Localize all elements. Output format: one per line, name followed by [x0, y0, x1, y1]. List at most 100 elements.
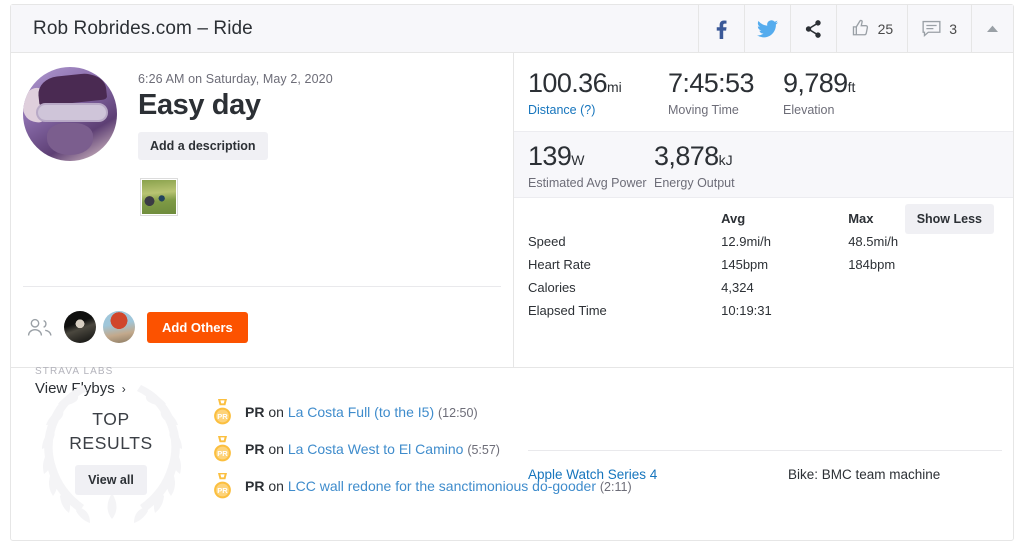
activity-photo-thumbnail[interactable]	[140, 178, 178, 217]
stat-moving-time: 7:45:53 Moving Time	[668, 68, 783, 118]
table-row: Heart Rate 145bpm 184bpm	[528, 253, 988, 276]
stat-moving-time-value: 7:45:53	[668, 68, 754, 98]
pr-list: PR PR on La Costa Full (to the I5) (12:5…	[211, 368, 1013, 539]
pr-prefix: on	[268, 403, 284, 420]
view-all-button[interactable]: View all	[75, 465, 147, 496]
facebook-icon	[716, 20, 727, 39]
pr-text: PR on La Costa West to El Camino (5:57)	[245, 441, 500, 457]
activity-right-column: 100.36mi Distance (?) 7:45:53 Moving Tim…	[514, 53, 1013, 482]
kudos-button[interactable]: 25	[835, 5, 908, 52]
stat-elevation-label: Elevation	[783, 103, 835, 117]
avatar[interactable]	[23, 67, 117, 161]
row-avg: 145bpm	[721, 257, 769, 272]
primary-stats: 100.36mi Distance (?) 7:45:53 Moving Tim…	[514, 53, 1013, 131]
athlete-row: 6:26 AM on Saturday, May 2, 2020 Easy da…	[11, 53, 513, 217]
col-avg: Avg	[721, 211, 746, 226]
stat-elevation-unit: ft	[847, 79, 856, 95]
power-stats: 139W Estimated Avg Power 3,878kJ Energy …	[514, 131, 1013, 198]
row-label: Speed	[528, 234, 566, 249]
share-button[interactable]	[789, 5, 836, 52]
pr-text: PR on La Costa Full (to the I5) (12:50)	[245, 404, 478, 420]
pr-prefix: on	[268, 440, 284, 457]
stat-elevation-value: 9,789ft	[783, 68, 856, 98]
twitter-share-button[interactable]	[743, 5, 790, 52]
activity-header: Rob Robrides.com – Ride 25 3	[11, 5, 1013, 53]
pr-badge-label: PR	[245, 440, 265, 457]
pr-medal-icon: PR	[214, 435, 231, 461]
add-others-button[interactable]: Add Others	[147, 311, 248, 343]
pr-prefix: on	[268, 477, 284, 494]
segment-link[interactable]: La Costa Full (to the I5)	[288, 404, 434, 420]
collapse-button[interactable]	[971, 5, 1013, 52]
col-metric	[528, 208, 721, 230]
svg-text:PR: PR	[217, 412, 228, 421]
add-description-button[interactable]: Add a description	[138, 132, 268, 161]
pr-time: (12:50)	[438, 405, 478, 420]
show-less-button[interactable]: Show Less	[904, 204, 994, 234]
top-results-badge: TOP RESULTS View all	[11, 368, 211, 539]
pr-medal-icon: PR	[214, 472, 231, 498]
left-divider	[23, 286, 501, 287]
facebook-share-button[interactable]	[697, 5, 744, 52]
stat-moving-time-label: Moving Time	[668, 103, 739, 117]
pr-text: PR on LCC wall redone for the sanctimoni…	[245, 478, 632, 494]
row-avg: 4,324	[721, 280, 754, 295]
avatar-goggles	[36, 102, 108, 123]
svg-text:PR: PR	[217, 486, 228, 495]
activity-title-block: 6:26 AM on Saturday, May 2, 2020 Easy da…	[117, 67, 333, 217]
page-title: Rob Robrides.com – Ride	[33, 17, 253, 39]
stat-energy-output-unit: kJ	[718, 152, 733, 168]
kudos-count: 25	[877, 20, 894, 37]
list-item: PR PR on La Costa West to El Camino (5:5…	[211, 430, 1013, 467]
row-label: Calories	[528, 280, 576, 295]
stat-distance-unit: mi	[606, 79, 622, 95]
row-avg: 10:19:31	[721, 303, 772, 318]
segment-link[interactable]: LCC wall redone for the sanctimonious do…	[288, 478, 596, 494]
pr-time: (2:11)	[599, 479, 632, 494]
header-actions: 25 3	[697, 5, 1013, 52]
stat-avg-power-unit: W	[571, 152, 585, 168]
top-results-heading: TOP RESULTS	[69, 408, 153, 455]
twitter-icon	[756, 19, 778, 37]
stat-avg-power: 139W Estimated Avg Power	[528, 141, 654, 191]
activity-photo-image	[142, 180, 176, 215]
stat-avg-power-label: Estimated Avg Power	[528, 176, 647, 190]
row-max	[848, 276, 988, 299]
stat-distance-label[interactable]: Distance (?)	[528, 103, 668, 117]
top-results-heading-line2: RESULTS	[69, 432, 153, 453]
table-row: Elapsed Time 10:19:31	[528, 299, 988, 322]
chevron-up-icon	[987, 25, 998, 32]
top-results-section: TOP RESULTS View all PR PR on La Costa F…	[11, 368, 1013, 539]
activity-left-column: 6:26 AM on Saturday, May 2, 2020 Easy da…	[11, 53, 514, 397]
segment-link[interactable]: La Costa West to El Camino	[288, 441, 464, 457]
stat-avg-power-value: 139W	[528, 141, 585, 171]
svg-text:PR: PR	[217, 449, 228, 458]
detail-stats: Show Less Avg Max Speed 12.9mi/h 48.5mi/…	[514, 198, 1013, 482]
pr-medal-icon: PR	[214, 398, 231, 424]
participant-avatar[interactable]	[64, 311, 96, 343]
thumbs-up-icon	[852, 19, 868, 36]
participant-avatar[interactable]	[103, 311, 135, 343]
activity-summary: 6:26 AM on Saturday, May 2, 2020 Easy da…	[11, 53, 1013, 482]
pr-badge-label: PR	[245, 477, 265, 494]
activity-card: Rob Robrides.com – Ride 25 3 6:26 AM on …	[10, 4, 1014, 541]
row-label: Heart Rate	[528, 257, 591, 272]
comment-icon	[922, 20, 941, 37]
stat-elevation: 9,789ft Elevation	[783, 68, 903, 118]
comments-count: 3	[949, 20, 957, 37]
row-label: Elapsed Time	[528, 303, 607, 318]
detail-stats-body: Speed 12.9mi/h 48.5mi/h Heart Rate 145bp…	[528, 230, 988, 322]
pr-badge-label: PR	[245, 403, 265, 420]
avatar-cap	[36, 71, 107, 107]
stat-energy-output-label: Energy Output	[654, 176, 735, 190]
stat-energy-output: 3,878kJ Energy Output	[654, 143, 769, 191]
stat-distance: 100.36mi Distance (?)	[528, 68, 668, 118]
share-icon	[805, 19, 821, 38]
pr-time: (5:57)	[467, 442, 500, 457]
stat-distance-value: 100.36mi	[528, 68, 622, 98]
row-max: 184bpm	[848, 257, 896, 272]
table-row: Calories 4,324	[528, 276, 988, 299]
list-item: PR PR on La Costa Full (to the I5) (12:5…	[211, 393, 1013, 430]
comments-button[interactable]: 3	[907, 5, 971, 52]
activity-page: Rob Robrides.com – Ride 25 3 6:26 AM on …	[0, 0, 1024, 545]
